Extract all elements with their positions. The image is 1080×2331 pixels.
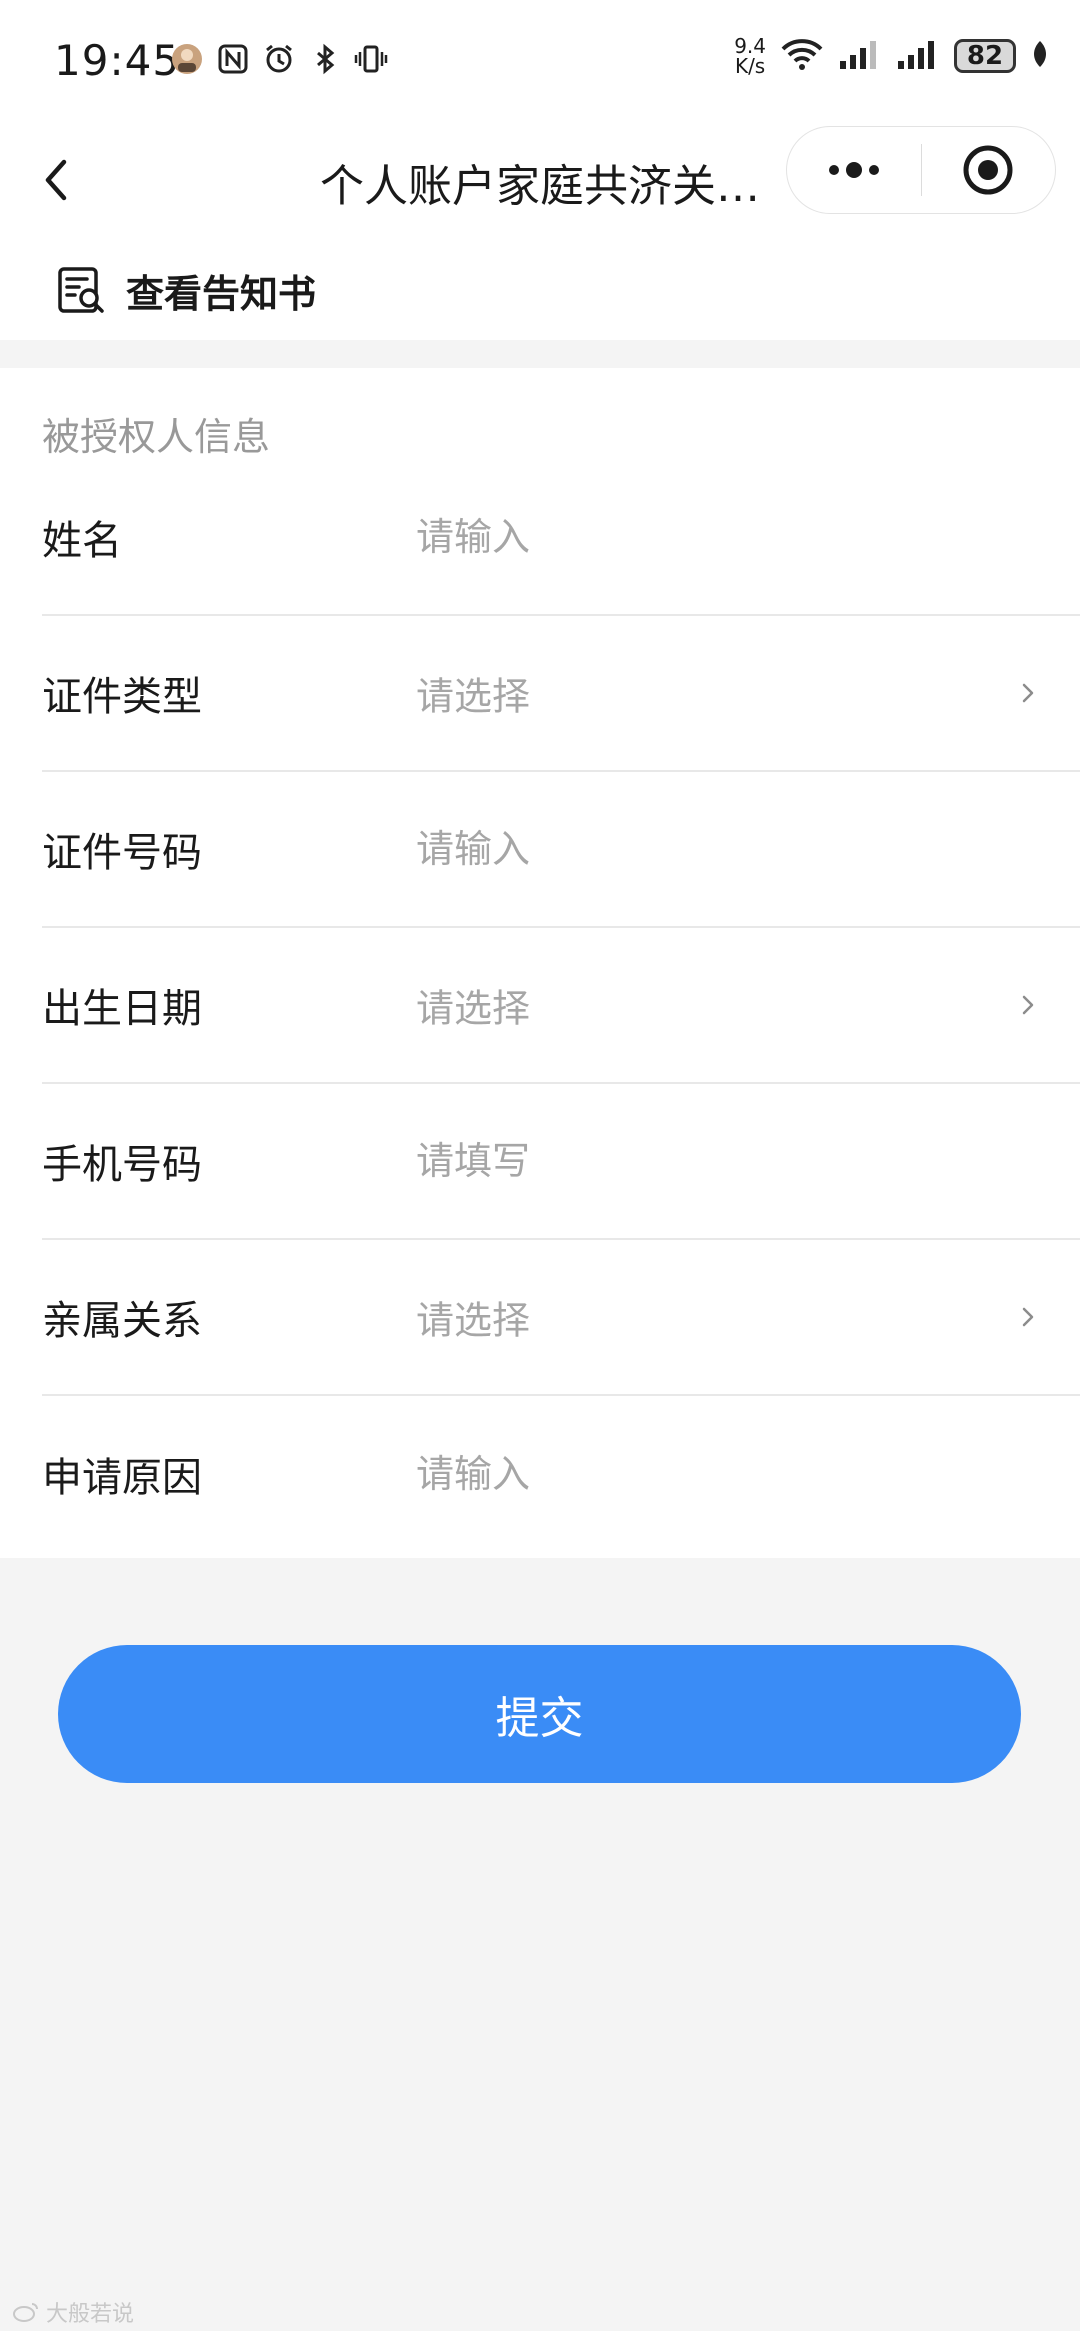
form-row-birth-date[interactable]: 出生日期 请选择 <box>42 928 1080 1084</box>
field-label-birth-date: 出生日期 <box>42 986 202 1032</box>
view-notice-link[interactable]: 查看告知书 <box>0 240 1080 340</box>
status-time: 19:45 <box>54 36 181 85</box>
target-close-icon <box>963 145 1013 195</box>
mini-program-capsule <box>786 126 1056 214</box>
chevron-left-icon <box>45 159 67 201</box>
field-label-name: 姓名 <box>42 518 122 564</box>
id-type-select[interactable]: 请选择 <box>416 666 530 721</box>
birth-date-select[interactable]: 请选择 <box>416 978 530 1033</box>
close-mini-program-button[interactable] <box>922 126 1056 214</box>
field-label-relationship: 亲属关系 <box>42 1298 202 1344</box>
field-label-id-type: 证件类型 <box>42 674 202 720</box>
more-menu-button[interactable] <box>787 126 921 214</box>
net-speed-indicator: 9.4 K/s <box>734 36 766 76</box>
bluetooth-icon <box>308 42 342 76</box>
form-row-name: 姓名 <box>42 460 1080 616</box>
battery-indicator: 82 <box>954 39 1016 73</box>
name-input[interactable] <box>416 507 976 567</box>
document-search-icon <box>58 267 104 313</box>
back-button[interactable] <box>30 142 80 218</box>
signal-2-icon <box>896 37 940 75</box>
id-number-input[interactable] <box>416 819 976 879</box>
avatar-notification-icon <box>170 42 204 76</box>
page-title: 个人账户家庭共济关… <box>320 161 760 212</box>
form-row-reason: 申请原因 <box>42 1396 1080 1552</box>
nav-bar: 个人账户家庭共济关… <box>0 120 1080 240</box>
nfc-icon <box>216 42 250 76</box>
status-notification-icons <box>170 42 388 76</box>
relationship-select[interactable]: 请选择 <box>416 1290 530 1345</box>
chevron-right-icon <box>1022 1307 1034 1327</box>
chevron-right-icon <box>1022 683 1034 703</box>
field-label-id-number: 证件号码 <box>42 830 202 876</box>
more-dots-icon <box>828 162 879 178</box>
field-label-reason: 申请原因 <box>42 1455 202 1501</box>
status-system-icons: 9.4 K/s 82 <box>734 36 1050 76</box>
weibo-logo-icon <box>13 2303 38 2322</box>
chevron-right-icon <box>1022 995 1034 1015</box>
watermark: 大般若说 <box>12 2296 134 2328</box>
net-speed-value: 9.4 <box>734 34 766 58</box>
signal-1-icon <box>838 37 882 75</box>
form-row-phone: 手机号码 <box>42 1084 1080 1240</box>
net-speed-unit: K/s <box>734 54 766 78</box>
field-label-phone: 手机号码 <box>42 1142 202 1188</box>
authorized-person-form: 被授权人信息 姓名 证件类型 请选择 证件号码 出生日期 请选择 手机号码 亲属… <box>0 368 1080 1558</box>
watermark-text: 大般若说 <box>46 2302 135 2327</box>
wifi-icon <box>780 37 824 75</box>
section-title: 被授权人信息 <box>42 415 271 459</box>
submit-button[interactable]: 提交 <box>58 1645 1021 1783</box>
phone-input[interactable] <box>416 1131 976 1191</box>
reason-input[interactable] <box>416 1444 976 1504</box>
form-row-relationship[interactable]: 亲属关系 请选择 <box>42 1240 1080 1396</box>
power-saving-leaf-icon <box>1030 39 1050 73</box>
alarm-icon <box>262 42 296 76</box>
form-row-id-number: 证件号码 <box>42 772 1080 928</box>
view-notice-label: 查看告知书 <box>126 271 317 316</box>
vibrate-icon <box>354 42 388 76</box>
form-row-id-type[interactable]: 证件类型 请选择 <box>42 616 1080 772</box>
status-bar: 19:45 9.4 K/s 82 <box>0 0 1080 120</box>
